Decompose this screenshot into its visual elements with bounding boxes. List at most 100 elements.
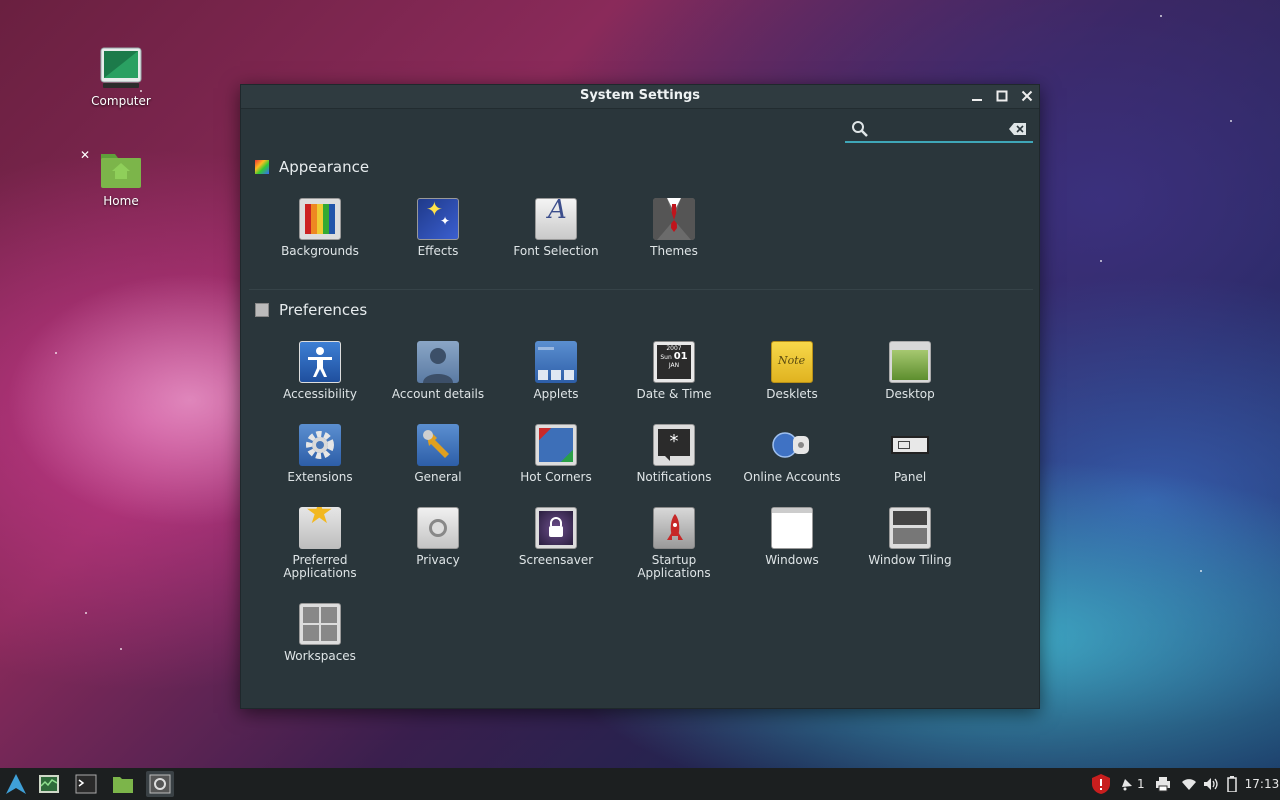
wifi-icon[interactable] (1181, 777, 1197, 791)
shield-update-icon[interactable] (1090, 773, 1112, 795)
date-time-icon: 2007 Sun 01 JAN (653, 341, 695, 383)
section-divider (249, 289, 1033, 290)
font-selection-icon: A (535, 198, 577, 240)
search-input[interactable] (873, 119, 1003, 139)
taskbar: 1 17:13 (0, 768, 1280, 800)
minimize-button[interactable] (967, 87, 987, 107)
notifications-icon: * (653, 424, 695, 466)
settings-item-label: Date & Time (636, 387, 712, 401)
account-details-icon (417, 341, 459, 383)
effects-icon: ✦ ✦ (417, 198, 459, 240)
settings-item-extensions[interactable]: Extensions (261, 424, 379, 484)
minimize-icon (972, 99, 982, 101)
settings-item-privacy[interactable]: Privacy (379, 507, 497, 567)
menu-button[interactable] (2, 771, 30, 797)
settings-item-online-accounts[interactable]: Online Accounts (733, 424, 851, 484)
section-header-preferences: Preferences (255, 301, 367, 319)
windows-icon (771, 507, 813, 549)
settings-item-label: Themes (650, 244, 698, 258)
settings-item-account-details[interactable]: Account details (379, 341, 497, 401)
settings-item-startup-applications[interactable]: Startup Applications (615, 507, 733, 580)
star (1160, 15, 1162, 17)
settings-item-label: Privacy (416, 553, 460, 567)
settings-item-notifications[interactable]: * Notifications (615, 424, 733, 484)
star (1200, 570, 1202, 572)
computer-icon (99, 46, 143, 90)
taskbar-launcher-system-settings[interactable] (146, 771, 174, 797)
settings-item-hot-corners[interactable]: Hot Corners (497, 424, 615, 484)
search-box[interactable] (845, 117, 1033, 143)
search-icon (852, 121, 868, 137)
settings-item-applets[interactable]: Applets (497, 341, 615, 401)
settings-item-screensaver[interactable]: Screensaver (497, 507, 615, 567)
settings-item-label: Font Selection (513, 244, 599, 258)
extensions-icon (299, 424, 341, 466)
settings-item-general[interactable]: General (379, 424, 497, 484)
settings-item-label: Accessibility (283, 387, 357, 401)
desktop-icon-label: Home (103, 194, 139, 208)
settings-item-label: Preferred Applications (283, 553, 357, 580)
backgrounds-icon (299, 198, 341, 240)
online-accounts-icon (771, 424, 813, 466)
preferences-section-icon (255, 303, 269, 317)
applets-icon (535, 341, 577, 383)
settings-item-label: Hot Corners (520, 470, 592, 484)
taskbar-launcher-terminal[interactable] (72, 771, 100, 797)
settings-item-label: Extensions (287, 470, 353, 484)
accessibility-icon (299, 341, 341, 383)
desktop-icon-computer[interactable]: Computer (76, 46, 166, 108)
settings-item-label: Notifications (636, 470, 712, 484)
settings-item-desklets[interactable]: Note Desklets (733, 341, 851, 401)
settings-item-label: Startup Applications (637, 553, 711, 580)
settings-item-label: Desktop (885, 387, 935, 401)
desktop-icon (889, 341, 931, 383)
window-title: System Settings (579, 88, 701, 103)
system-monitor-icon (39, 775, 59, 793)
settings-item-panel[interactable]: Panel (851, 424, 969, 484)
panel-icon (889, 424, 931, 466)
settings-item-label: Account details (391, 387, 485, 401)
home-folder-icon (99, 146, 143, 190)
startup-applications-icon (653, 507, 695, 549)
section-header-appearance: Appearance (255, 158, 369, 176)
terminal-icon (75, 774, 97, 794)
settings-item-label: Window Tiling (868, 553, 952, 567)
desklets-note-text: Note (778, 354, 806, 367)
desktop-icon-home[interactable]: Home (76, 146, 166, 208)
desklets-icon: Note (771, 341, 813, 383)
settings-item-window-tiling[interactable]: Window Tiling (851, 507, 969, 567)
section-title: Appearance (279, 158, 370, 176)
calendar-month: JAN (668, 362, 680, 369)
hot-corners-icon (535, 424, 577, 466)
settings-item-label: Windows (765, 553, 819, 567)
settings-item-date-time[interactable]: 2007 Sun 01 JAN Date & Time (615, 341, 733, 401)
volume-icon[interactable] (1203, 777, 1219, 791)
settings-item-windows[interactable]: Windows (733, 507, 851, 567)
settings-item-accessibility[interactable]: Accessibility (261, 341, 379, 401)
notification-count: 1 (1137, 777, 1145, 791)
battery-icon[interactable] (1226, 776, 1237, 792)
maximize-button[interactable] (992, 87, 1012, 107)
taskbar-launcher-files[interactable] (109, 771, 137, 797)
clock[interactable]: 17:13 (1245, 777, 1280, 791)
notifications-icon[interactable] (1120, 777, 1134, 791)
privacy-icon (417, 507, 459, 549)
system-settings-icon (149, 774, 171, 794)
window-tiling-icon (889, 507, 931, 549)
settings-item-themes[interactable]: Themes (615, 198, 733, 258)
settings-item-workspaces[interactable]: Workspaces (261, 603, 379, 663)
taskbar-launcher-system-monitor[interactable] (35, 771, 63, 797)
backspace-clear-icon[interactable] (1009, 122, 1027, 136)
themes-icon (653, 198, 695, 240)
settings-item-effects[interactable]: ✦ ✦ Effects (379, 198, 497, 258)
titlebar[interactable]: System Settings (241, 85, 1039, 109)
close-button[interactable] (1017, 87, 1037, 107)
printer-icon[interactable] (1155, 776, 1171, 792)
workspaces-icon (299, 603, 341, 645)
settings-item-desktop[interactable]: Desktop (851, 341, 969, 401)
settings-item-backgrounds[interactable]: Backgrounds (261, 198, 379, 258)
settings-item-font-selection[interactable]: A Font Selection (497, 198, 615, 258)
system-settings-window: System Settings Appearance Backgrounds ✦… (240, 84, 1040, 709)
section-title: Preferences (279, 301, 368, 319)
settings-item-preferred-applications[interactable]: ★ Preferred Applications (261, 507, 379, 580)
